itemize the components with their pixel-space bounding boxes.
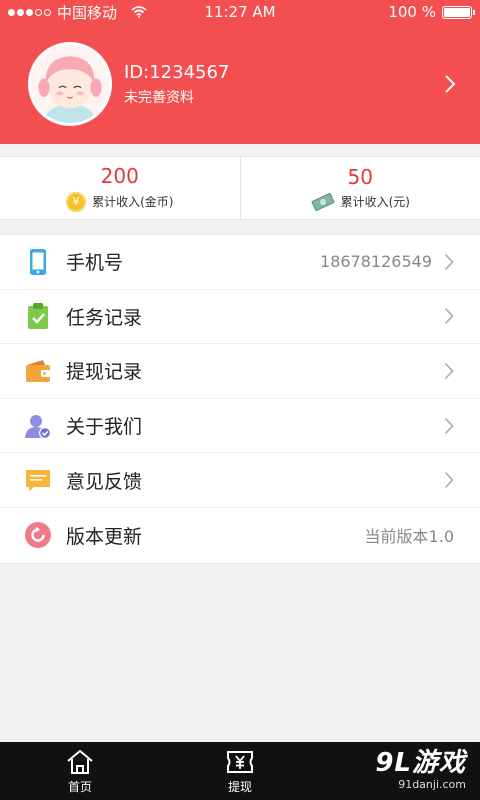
withdraw-ticket-icon	[227, 750, 253, 773]
menu-item-withdraw-records[interactable]: 提现记录	[0, 344, 480, 399]
menu-item-label: 提现记录	[66, 361, 143, 384]
carrier-name: 中国移动	[57, 3, 118, 22]
menu-item-label: 关于我们	[66, 416, 143, 439]
tab-home[interactable]: 首页	[0, 742, 160, 800]
earnings-stats: 200 ¥ 累计收入(金币) 50 累计收入(元)	[0, 156, 480, 220]
chevron-right-icon	[444, 308, 454, 325]
cartoon-girl-avatar-icon	[31, 45, 109, 123]
refresh-icon	[24, 521, 52, 549]
phone-icon	[24, 248, 52, 276]
wifi-icon	[131, 6, 147, 18]
menu-item-label: 意见反馈	[66, 470, 143, 493]
chevron-right-icon	[444, 362, 454, 380]
watermark-main: 9L游戏	[375, 748, 466, 778]
avatar[interactable]	[28, 42, 112, 126]
tab-withdraw[interactable]: 提现	[160, 742, 320, 800]
watermark-logo: 9L游戏 91danji.com	[375, 748, 466, 791]
chevron-right-icon	[444, 417, 454, 434]
profile-header[interactable]: ID:1234567 未完善资料	[0, 24, 480, 144]
user-id: ID:1234567	[124, 61, 230, 83]
gold-coin-earnings[interactable]: 200 ¥ 累计收入(金币)	[0, 157, 240, 219]
cash-earnings[interactable]: 50 累计收入(元)	[239, 157, 480, 219]
clipboard-check-icon	[24, 302, 52, 330]
gold-coin-label: 累计收入(金币)	[92, 195, 174, 209]
menu-item-feedback[interactable]: 意见反馈	[0, 453, 480, 508]
cash-label: 累计收入(元)	[340, 195, 410, 209]
wallet-icon	[24, 357, 52, 385]
gold-coin-total: 200	[100, 163, 139, 188]
menu-item-about-us[interactable]: 关于我们	[0, 399, 480, 454]
menu-item-version-update[interactable]: 版本更新 当前版本1.0	[0, 508, 480, 563]
tab-label: 首页	[67, 779, 92, 794]
chevron-right-icon[interactable]	[444, 74, 456, 94]
coin-icon: ¥	[66, 191, 87, 212]
battery-percent: 100 %	[388, 3, 436, 21]
menu-item-phone[interactable]: 手机号 18678126549	[0, 235, 480, 290]
profile-incomplete-text: 未完善资料	[124, 89, 194, 106]
home-icon	[67, 749, 93, 774]
menu-item-task-records[interactable]: 任务记录	[0, 290, 480, 345]
menu-item-label: 任务记录	[66, 306, 143, 329]
phone-number-value: 18678126549	[320, 252, 432, 272]
menu-item-label: 版本更新	[66, 525, 143, 548]
battery-icon	[442, 5, 475, 19]
status-bar: 中国移动 11:27 AM 100 %	[0, 0, 480, 24]
watermark-url: 91danji.com	[398, 778, 466, 791]
current-version-value: 当前版本1.0	[364, 527, 454, 547]
chevron-right-icon	[444, 472, 454, 489]
chevron-right-icon	[444, 253, 454, 270]
cash-total: 50	[347, 164, 373, 189]
signal-strength-icon	[8, 8, 51, 16]
message-icon	[24, 466, 52, 494]
banknote-icon	[311, 192, 334, 211]
tab-label: 提现	[227, 779, 252, 794]
user-verified-icon	[24, 412, 52, 440]
settings-menu: 手机号 18678126549 任务记录 提现记录 关于我们 意见反馈 版本更新…	[0, 234, 480, 564]
menu-item-label: 手机号	[66, 252, 124, 275]
